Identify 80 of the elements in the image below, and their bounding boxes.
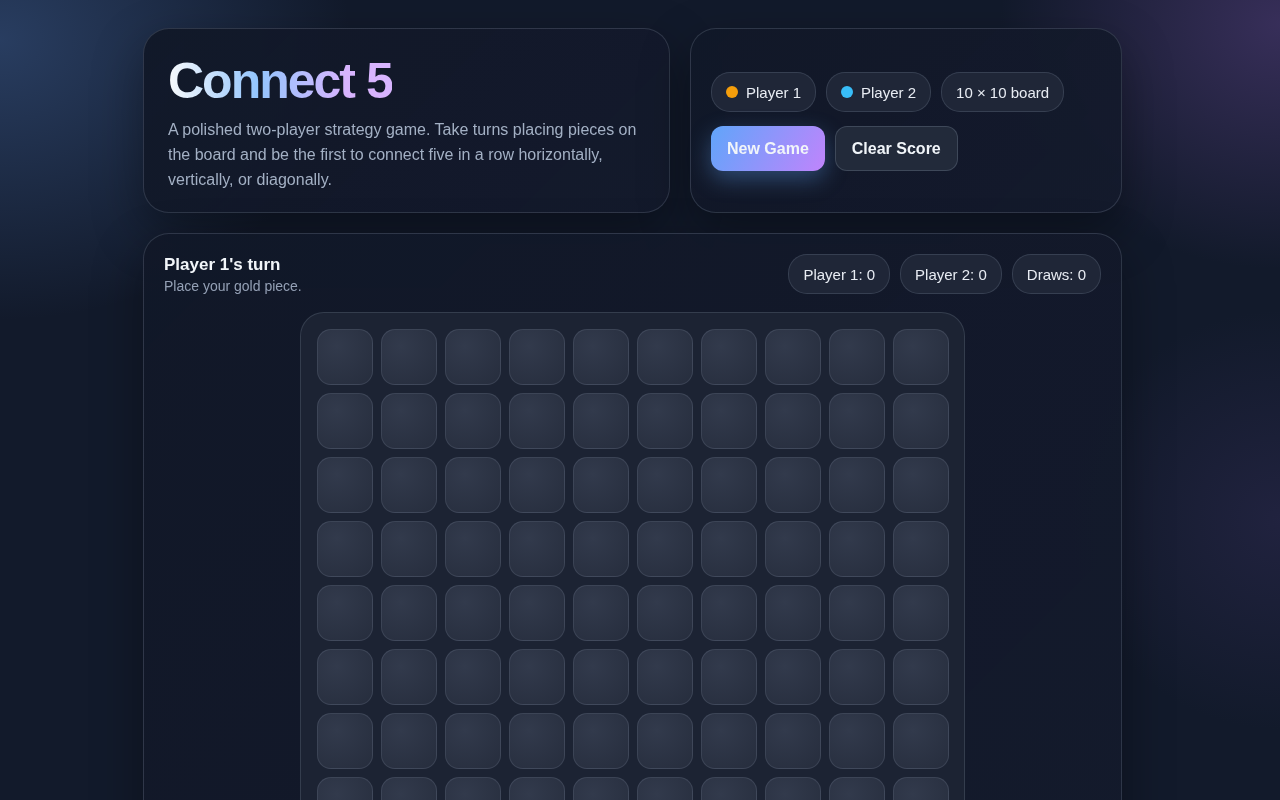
board-cell[interactable]: [573, 649, 629, 705]
board-cell[interactable]: [893, 329, 949, 385]
board-cell[interactable]: [445, 521, 501, 577]
board-cell[interactable]: [573, 393, 629, 449]
board-cell[interactable]: [765, 393, 821, 449]
board-cell[interactable]: [445, 649, 501, 705]
board-cell[interactable]: [829, 585, 885, 641]
board-cell[interactable]: [445, 585, 501, 641]
board-cell[interactable]: [445, 393, 501, 449]
board-cell[interactable]: [701, 521, 757, 577]
board-cell[interactable]: [893, 393, 949, 449]
board-cell[interactable]: [573, 585, 629, 641]
board-cell[interactable]: [381, 393, 437, 449]
board-cell[interactable]: [829, 521, 885, 577]
board-cell[interactable]: [317, 393, 373, 449]
board-cell[interactable]: [573, 521, 629, 577]
board-cell[interactable]: [381, 649, 437, 705]
board-cell[interactable]: [381, 521, 437, 577]
board-cell[interactable]: [701, 585, 757, 641]
score-pill: Player 2: 0: [900, 254, 1002, 294]
score-pill: Draws: 0: [1011, 254, 1101, 294]
board-cell[interactable]: [893, 649, 949, 705]
board-cell[interactable]: [893, 521, 949, 577]
score-pill: Player 1: 0: [788, 254, 891, 294]
board-cell[interactable]: [317, 521, 373, 577]
board-cell[interactable]: [317, 585, 373, 641]
turn-label: Player 1's turn: [164, 255, 282, 275]
board-cell[interactable]: [509, 649, 565, 705]
board-cell[interactable]: [637, 585, 693, 641]
board-cell[interactable]: [765, 329, 821, 385]
board-cell[interactable]: [637, 457, 693, 513]
board-cell[interactable]: [317, 649, 373, 705]
board-cell[interactable]: [573, 329, 629, 385]
board-cell[interactable]: [509, 393, 565, 449]
clear-score-button[interactable]: Clear Score: [834, 126, 958, 171]
board-cell[interactable]: [317, 713, 373, 769]
legend-label: Player 1: [746, 83, 802, 101]
board-cell[interactable]: [701, 713, 757, 769]
board-cell[interactable]: [637, 329, 693, 385]
legend-label: 10 × 10 board: [956, 83, 1050, 101]
board-cell[interactable]: [701, 649, 757, 705]
board-cell[interactable]: [381, 329, 437, 385]
board-cell[interactable]: [701, 393, 757, 449]
board-cell[interactable]: [829, 457, 885, 513]
board-cell[interactable]: [509, 457, 565, 513]
board-cell[interactable]: [637, 393, 693, 449]
board-cell[interactable]: [573, 713, 629, 769]
board-cell[interactable]: [893, 713, 949, 769]
board-cell[interactable]: [509, 713, 565, 769]
board-cell[interactable]: [445, 713, 501, 769]
board-cell[interactable]: [573, 457, 629, 513]
turn-hint: Place your gold piece.: [164, 278, 302, 294]
board-cell[interactable]: [829, 713, 885, 769]
board-cell[interactable]: [317, 329, 373, 385]
board-cell[interactable]: [765, 649, 821, 705]
board-cell[interactable]: [829, 329, 885, 385]
board-cell[interactable]: [381, 457, 437, 513]
board-cell[interactable]: [701, 457, 757, 513]
board-cell[interactable]: [637, 521, 693, 577]
board-cell[interactable]: [445, 329, 501, 385]
board-cell[interactable]: [445, 457, 501, 513]
board-cell[interactable]: [829, 649, 885, 705]
board-cell[interactable]: [765, 521, 821, 577]
board-cell[interactable]: [317, 457, 373, 513]
board-cell[interactable]: [509, 329, 565, 385]
board-cell[interactable]: [381, 713, 437, 769]
game-description: A polished two-player strategy game. Take turns placing pieces on the board and be the first to connect five in a row horizontally, vertically, or diagonally.: [168, 120, 638, 190]
board-cell[interactable]: [637, 713, 693, 769]
board-cell[interactable]: [765, 713, 821, 769]
board-cell[interactable]: [765, 585, 821, 641]
board-cell[interactable]: [637, 649, 693, 705]
board-cell[interactable]: [893, 457, 949, 513]
board-cell[interactable]: [509, 521, 565, 577]
board-cell[interactable]: [509, 585, 565, 641]
board-cell[interactable]: [829, 393, 885, 449]
board-cell[interactable]: [381, 585, 437, 641]
legend-label: Player 2: [861, 83, 917, 101]
board-cell[interactable]: [893, 585, 949, 641]
board-cell[interactable]: [701, 329, 757, 385]
board-cell[interactable]: [765, 457, 821, 513]
